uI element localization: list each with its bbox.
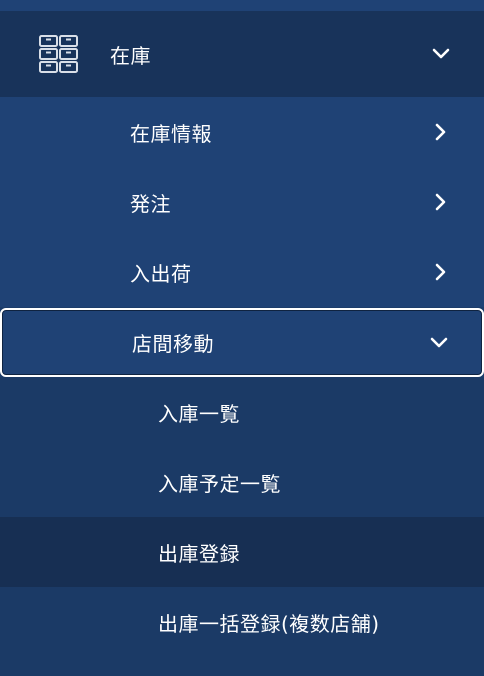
submenu-item-label: 入庫一覧 xyxy=(158,401,240,426)
chevron-down-icon xyxy=(430,43,452,65)
menu-item-label: 発注 xyxy=(130,191,171,216)
grid-icon xyxy=(39,35,78,73)
submenu-item-receipt-list[interactable]: 入庫一覧 xyxy=(0,377,484,447)
submenu-item-bulk-shipment-registration[interactable]: 出庫一括登録(複数店舗) xyxy=(0,587,484,657)
chevron-down-icon xyxy=(428,332,450,354)
chevron-right-icon xyxy=(430,121,452,143)
menu-item-label: 入出荷 xyxy=(130,261,192,286)
menu-item-label: 店間移動 xyxy=(132,332,214,356)
menu-header-inventory[interactable]: 在庫 xyxy=(0,11,484,97)
menu-top-strip xyxy=(0,0,484,11)
menu-item-inventory-info[interactable]: 在庫情報 xyxy=(0,97,484,167)
chevron-right-icon xyxy=(430,261,452,283)
menu-bottom-fill xyxy=(0,655,484,676)
submenu-item-shipment-registration[interactable]: 出庫登録 xyxy=(0,517,484,587)
chevron-right-icon xyxy=(430,191,452,213)
submenu-item-label: 入庫予定一覧 xyxy=(158,471,281,496)
submenu-item-scheduled-receipt-list[interactable]: 入庫予定一覧 xyxy=(0,447,484,517)
submenu-item-label: 出庫登録 xyxy=(158,541,240,566)
menu-item-label: 在庫情報 xyxy=(130,121,212,146)
menu-item-store-transfer[interactable]: 店間移動 xyxy=(0,308,484,377)
menu-header-label: 在庫 xyxy=(110,43,151,68)
menu-item-order[interactable]: 発注 xyxy=(0,167,484,237)
submenu-item-label: 出庫一括登録(複数店舗) xyxy=(158,611,380,636)
menu-item-shipping[interactable]: 入出荷 xyxy=(0,237,484,307)
